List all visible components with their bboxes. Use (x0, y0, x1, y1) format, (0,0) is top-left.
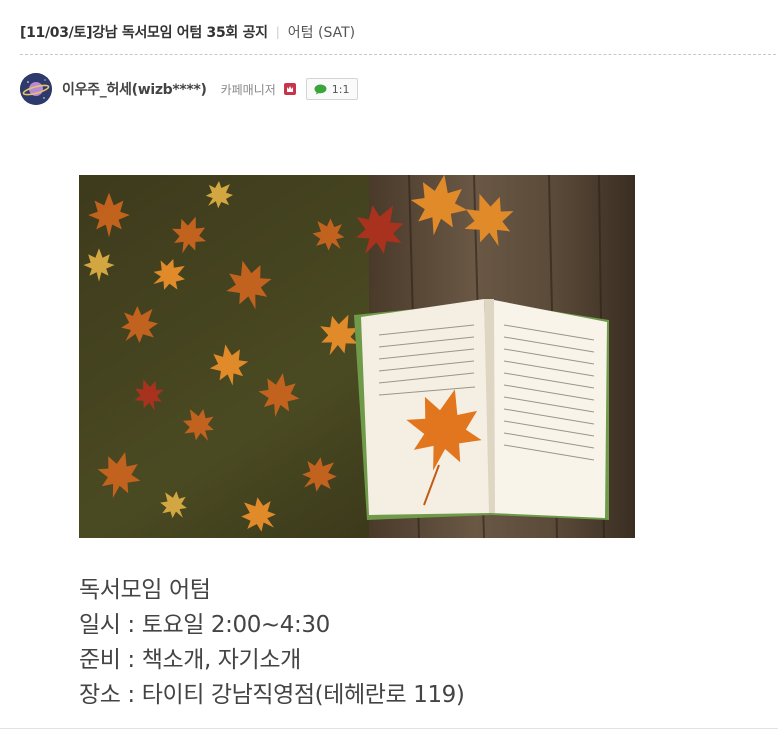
post-header: [11/03/토]강남 독서모임 어텀 35회 공지 | 어텀 (SAT) (20, 20, 778, 44)
manager-badge-icon (283, 83, 296, 95)
body-line-datetime: 일시 : 토요일 2:00~4:30 (79, 612, 330, 638)
avatar[interactable] (20, 73, 52, 105)
post-title: [11/03/토]강남 독서모임 어텀 35회 공지 (20, 25, 268, 41)
author-name[interactable]: 이우주_허세(wizb****) (62, 79, 207, 99)
title-separator: | (275, 25, 280, 39)
board-name-link[interactable]: 어텀 (SAT) (288, 22, 355, 42)
author-row: 이우주_허세(wizb****) 카페매니저 1:1 (20, 72, 358, 106)
bottom-divider (0, 728, 778, 729)
body-line-preparation: 준비 : 책소개, 자기소개 (79, 647, 301, 673)
chat-bubble-icon (314, 84, 327, 94)
author-role: 카페매니저 (220, 82, 276, 97)
post-image (79, 175, 635, 538)
chat-button-label: 1:1 (331, 82, 350, 96)
header-divider (20, 54, 776, 55)
body-line-location: 장소 : 타이티 강남직영점(테헤란로 119) (79, 682, 465, 708)
post-body: 독서모임 어텀 일시 : 토요일 2:00~4:30 준비 : 책소개, 자기소… (79, 573, 465, 713)
planet-icon (20, 73, 52, 105)
one-to-one-chat-button[interactable]: 1:1 (305, 78, 358, 100)
body-line-title: 독서모임 어텀 (79, 577, 211, 603)
